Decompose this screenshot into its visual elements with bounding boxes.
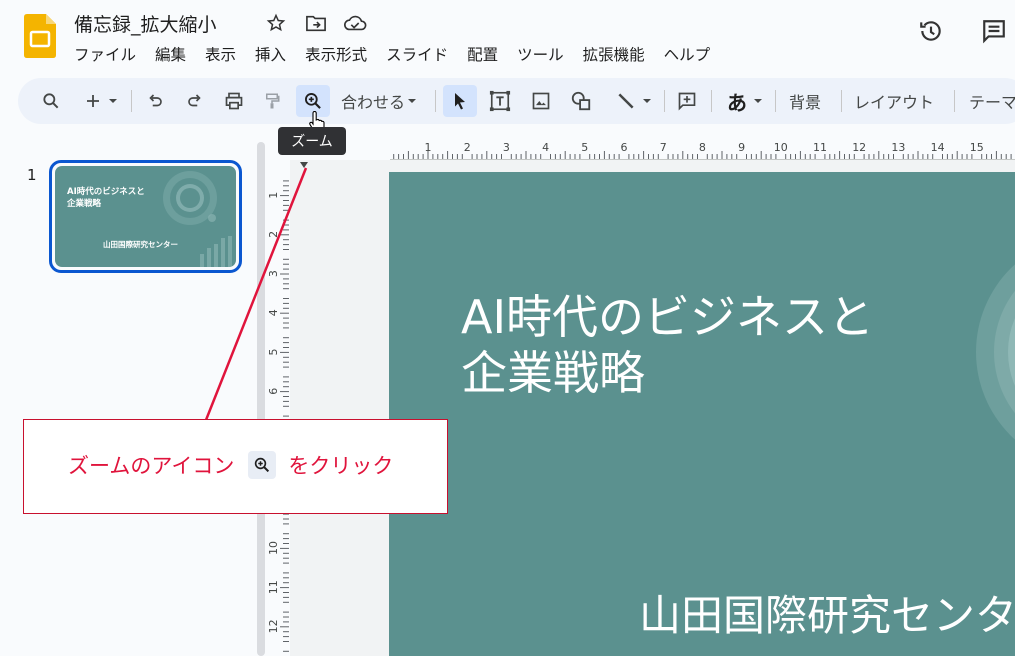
ruler-label: 15 (970, 141, 984, 154)
ruler-label: 11 (813, 141, 827, 154)
ruler-label: 3 (268, 270, 280, 277)
chevron-down-icon (109, 99, 117, 103)
comment-add-icon[interactable] (673, 85, 701, 117)
chevron-down-icon (643, 99, 651, 103)
chevron-down-icon (754, 99, 762, 103)
toolbar-divider (664, 90, 665, 112)
ruler-label: 8 (699, 141, 706, 154)
menu-edit[interactable]: 編集 (155, 43, 186, 65)
slide-decoration (976, 264, 1015, 440)
redo-icon[interactable] (182, 85, 208, 117)
ruler-label: 4 (268, 309, 280, 316)
annotation-text: ズームのアイコン をクリック (68, 450, 393, 480)
move-folder-icon[interactable] (305, 13, 327, 37)
ruler-label: 2 (268, 231, 280, 238)
ruler-label: 12 (268, 619, 280, 633)
plus-icon (87, 95, 99, 107)
toolbar-divider (711, 90, 712, 112)
image-icon[interactable] (527, 85, 555, 117)
ruler-label: 9 (738, 141, 745, 154)
ruler-label: 12 (852, 141, 866, 154)
toolbar-divider (131, 90, 132, 112)
toolbar-divider (435, 90, 436, 112)
slide-title[interactable]: AI時代のビジネスと 企業戦略 (461, 289, 874, 401)
ruler-corner-marker (300, 162, 308, 168)
thumb-subtitle: 山田国際研究センター (103, 240, 178, 249)
zoom-select-label: 合わせる (341, 93, 405, 112)
thumb-title: AI時代のビジネスと 企業戦略 (67, 187, 145, 209)
menu-help[interactable]: ヘルプ (664, 43, 711, 65)
menu-file[interactable]: ファイル (74, 43, 136, 65)
theme-button[interactable]: テーマ (969, 89, 1015, 113)
thumb-decoration (163, 171, 232, 267)
filmstrip-scrollbar[interactable] (257, 142, 265, 656)
ruler-label: 7 (660, 141, 667, 154)
ruler-label: 6 (268, 388, 280, 395)
zoom-select[interactable]: 合わせる (341, 89, 417, 113)
paint-format-icon[interactable] (259, 85, 285, 117)
document-title[interactable]: 備忘録_拡大縮小 (74, 10, 217, 37)
ruler-label: 5 (581, 141, 588, 154)
annotation-text-before: ズームのアイコン (68, 454, 235, 478)
ruler-label: 5 (268, 349, 280, 356)
history-icon[interactable] (918, 18, 944, 48)
comment-icon[interactable] (981, 18, 1007, 48)
menu-format[interactable]: 表示形式 (305, 43, 367, 65)
toolbar-divider (841, 90, 842, 112)
background-button[interactable]: 背景 (789, 89, 821, 113)
menu-bar: ファイル 編集 表示 挿入 表示形式 スライド 配置 ツール 拡張機能 ヘルプ (74, 43, 729, 65)
menu-view[interactable]: 表示 (205, 43, 236, 65)
undo-icon[interactable] (142, 85, 168, 117)
print-icon[interactable] (221, 85, 247, 117)
ruler-label: 10 (774, 141, 788, 154)
slide-number: 1 (27, 166, 37, 184)
star-icon[interactable] (266, 13, 286, 37)
ruler-label: 1 (425, 141, 432, 154)
menu-tools[interactable]: ツール (517, 43, 564, 65)
line-icon (618, 93, 634, 109)
annotation-text-after: をクリック (288, 454, 394, 478)
menu-insert[interactable]: 挿入 (255, 43, 286, 65)
ruler-label: 3 (503, 141, 510, 154)
zoom-tooltip: ズーム (278, 127, 346, 155)
input-tool-label: あ (727, 90, 747, 115)
ruler-label: 11 (268, 580, 280, 594)
menu-arrange[interactable]: 配置 (467, 43, 498, 65)
menu-extensions[interactable]: 拡張機能 (583, 43, 645, 65)
toolbar-divider (954, 90, 955, 112)
ruler-label: 6 (621, 141, 628, 154)
textbox-icon[interactable] (486, 85, 514, 117)
annotation-callout: ズームのアイコン をクリック (23, 419, 448, 514)
chevron-down-icon (408, 99, 416, 103)
zoom-icon (248, 451, 277, 479)
horizontal-ruler: 1 2 3 4 5 6 7 8 9 10 11 12 13 14 15 (390, 141, 1015, 160)
new-slide-button[interactable] (80, 85, 122, 117)
ruler-label: 13 (891, 141, 905, 154)
ruler-label: 14 (931, 141, 945, 154)
line-tool-button[interactable] (610, 85, 658, 117)
ruler-label: 4 (542, 141, 549, 154)
layout-button[interactable]: レイアウト (854, 89, 934, 113)
shape-icon[interactable] (567, 85, 595, 117)
input-tools-button[interactable]: あ (720, 85, 770, 117)
ruler-label: 10 (268, 541, 280, 555)
zoom-icon (305, 93, 321, 109)
slide-thumbnail[interactable]: AI時代のビジネスと 企業戦略 山田国際研究センター (55, 166, 236, 267)
toolbar-divider (775, 90, 776, 112)
slide-subtitle[interactable]: 山田国際研究センター (639, 582, 1015, 643)
cloud-saved-icon[interactable] (343, 13, 367, 37)
ruler-label: 2 (464, 141, 471, 154)
vertical-ruler: 123456789101112 (268, 180, 289, 652)
ruler-label: 1 (268, 192, 280, 199)
search-icon[interactable] (38, 85, 64, 117)
menu-slide[interactable]: スライド (386, 43, 448, 65)
select-cursor-icon[interactable] (443, 85, 477, 117)
slides-logo-icon[interactable] (24, 14, 56, 58)
slide-canvas[interactable]: AI時代のビジネスと 企業戦略 山田国際研究センター (389, 172, 1015, 656)
